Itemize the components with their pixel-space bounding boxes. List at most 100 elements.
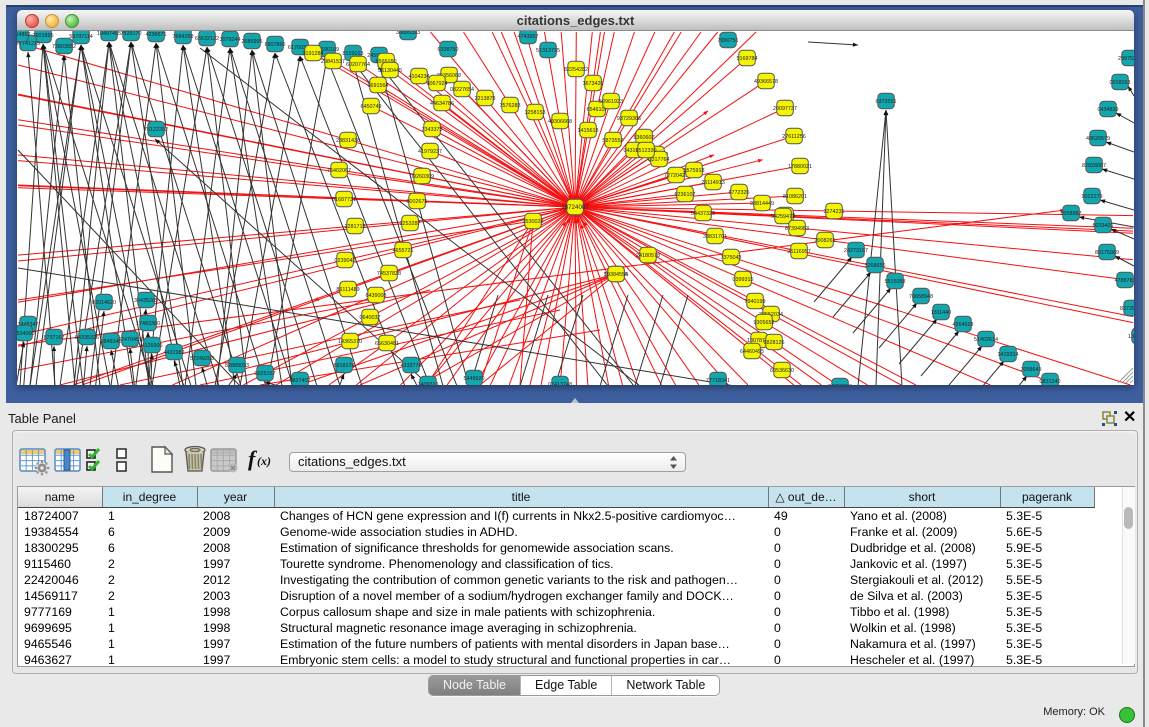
svg-text:0831240: 0831240 [1040,379,1061,385]
svg-text:4333776: 4333776 [401,363,422,369]
svg-text:26114913: 26114913 [701,180,725,186]
svg-text:72803852: 72803852 [52,44,76,50]
svg-text:59797114: 59797114 [69,34,93,40]
svg-text:6360607: 6360607 [634,135,655,141]
svg-text:1253287: 1253287 [400,221,421,227]
svg-text:08227654: 08227654 [450,87,474,93]
svg-text:7409319: 7409319 [418,382,439,385]
svg-text:82254282: 82254282 [564,67,588,73]
svg-text:6372651: 6372651 [876,99,897,105]
svg-text:4431982: 4431982 [164,350,185,356]
svg-text:4504000: 4504000 [17,331,35,337]
svg-text:49306668: 49306668 [548,119,572,125]
svg-text:0025167: 0025167 [255,371,276,377]
svg-text:4126906: 4126906 [142,343,163,349]
svg-text:8737167: 8737167 [44,335,65,341]
svg-text:70658948: 70658948 [909,294,933,300]
svg-text:26116957: 26116957 [787,249,811,255]
svg-text:07413748: 07413748 [548,382,572,385]
svg-text:1673420: 1673420 [583,81,604,87]
svg-text:2008261: 2008261 [815,238,836,244]
svg-text:19384554: 19384554 [604,272,628,278]
svg-text:8818174: 8818174 [334,363,355,369]
svg-text:8033401: 8033401 [1093,223,1114,229]
svg-text:1419314: 1419314 [998,352,1019,358]
svg-text:6828126: 6828126 [764,340,785,346]
svg-text:80175989: 80175989 [1095,250,1119,256]
svg-text:51402614: 51402614 [974,337,998,343]
svg-text:3191284: 3191284 [303,51,324,57]
svg-text:82889093: 82889093 [225,363,249,369]
svg-text:7529170: 7529170 [121,31,142,37]
svg-text:38885393: 38885393 [396,31,420,36]
svg-text:7990751: 7990751 [718,38,739,44]
svg-text:3274231: 3274231 [824,209,845,215]
svg-text:76122202: 76122202 [144,127,168,133]
svg-text:6439008: 6439008 [366,293,387,299]
svg-text:50961923: 50961923 [599,99,623,105]
svg-text:60536630: 60536630 [770,368,794,374]
svg-text:6002675: 6002675 [407,199,428,205]
svg-text:09260309: 09260309 [410,174,434,180]
svg-text:56130445: 56130445 [378,68,402,74]
svg-text:24273167: 24273167 [844,248,868,254]
svg-text:27611256: 27611256 [782,134,806,140]
svg-text:51313735: 51313735 [536,48,560,54]
svg-text:04718746: 04718746 [828,384,852,385]
svg-text:01687731: 01687731 [332,197,356,203]
svg-text:94259472: 94259472 [771,214,795,220]
svg-text:5515058: 5515058 [885,279,906,285]
svg-text:20097737: 20097737 [773,106,797,112]
svg-text:28831436: 28831436 [336,138,360,144]
svg-text:30435205: 30435205 [134,298,158,304]
svg-text:24180578: 24180578 [636,253,660,259]
svg-text:44634786: 44634786 [430,101,454,107]
svg-text:29841537: 29841537 [321,59,345,65]
svg-text:84335326: 84335326 [75,335,99,341]
svg-text:4236671: 4236671 [146,32,167,38]
svg-text:64460495: 64460495 [740,349,764,355]
svg-text:5449920: 5449920 [464,376,485,382]
svg-text:6772326: 6772326 [729,190,750,196]
svg-text:60207764: 60207764 [346,62,370,68]
svg-text:49366578: 49366578 [754,79,778,85]
svg-text:4743957: 4743957 [518,34,539,40]
svg-text:41979237: 41979237 [418,149,442,155]
svg-text:17880021: 17880021 [788,164,812,170]
svg-text:76402067: 76402067 [327,168,351,174]
svg-text:93814449: 93814449 [750,201,774,207]
svg-text:02014620: 02014620 [92,300,116,306]
svg-text:2281718: 2281718 [345,224,366,230]
svg-text:5873557: 5873557 [603,138,624,144]
svg-text:7058649: 7058649 [1021,367,1042,373]
svg-text:6236107: 6236107 [675,192,696,198]
svg-text:0640037: 0640037 [360,315,381,321]
svg-text:8058887: 8058887 [1061,211,1082,217]
svg-text:77718341: 77718341 [706,378,730,384]
svg-text:0399315: 0399315 [733,277,754,283]
svg-text:82828807: 82828807 [1082,163,1106,169]
svg-text:83726167: 83726167 [1120,306,1134,312]
svg-text:7940199: 7940199 [745,299,766,305]
svg-text:4788783: 4788783 [1115,278,1135,284]
svg-text:81086201: 81086201 [783,194,807,200]
svg-text:0434839: 0434839 [1098,107,1119,113]
svg-text:4655721: 4655721 [393,248,414,254]
svg-text:4104234: 4104234 [409,74,430,80]
svg-text:0239042: 0239042 [335,258,356,264]
svg-text:9022279: 9022279 [1082,194,1103,200]
svg-text:4264628: 4264628 [953,322,974,328]
svg-text:6512330: 6512330 [636,148,657,154]
svg-text:65632122: 65632122 [195,36,219,42]
svg-text:29975288: 29975288 [1118,56,1134,62]
svg-text:48620579: 48620579 [1086,136,1110,142]
svg-text:(x): (x) [257,454,271,468]
svg-text:7375043: 7375043 [721,255,742,261]
svg-text:14365370: 14365370 [338,339,362,345]
svg-text:2685995: 2685995 [242,39,263,45]
svg-text:7343373: 7343373 [422,127,443,133]
svg-text:54437323: 54437323 [691,211,715,217]
svg-text:1258153: 1258153 [525,110,546,116]
svg-text:6691564: 6691564 [368,83,389,89]
svg-text:8414852: 8414852 [17,32,31,38]
